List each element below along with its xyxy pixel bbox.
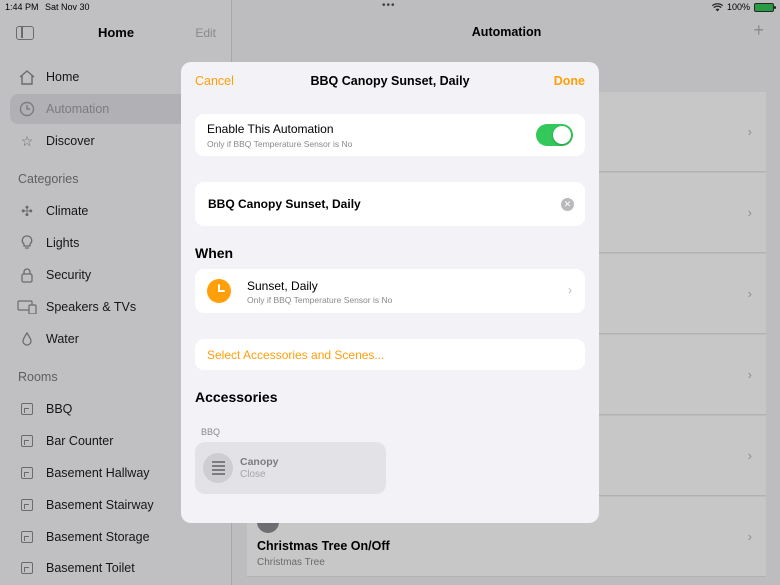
automation-edit-sheet: Cancel BBQ Canopy Sunset, Daily Done Ena…: [181, 62, 599, 523]
when-header: When: [195, 245, 234, 261]
select-accessories-row[interactable]: Select Accessories and Scenes...: [195, 339, 585, 370]
when-trigger-label: Sunset, Daily: [247, 279, 318, 293]
accessory-tile-canopy[interactable]: Canopy Close: [195, 442, 386, 494]
blinds-icon: [203, 453, 233, 483]
accessory-name: Canopy: [240, 456, 279, 468]
select-accessories-link[interactable]: Select Accessories and Scenes...: [207, 348, 384, 362]
accessories-header: Accessories: [195, 389, 278, 405]
enable-automation-condition: Only if BBQ Temperature Sensor is No: [207, 139, 353, 149]
automation-name-field[interactable]: BBQ Canopy Sunset, Daily ✕: [195, 182, 585, 226]
done-button[interactable]: Done: [554, 74, 585, 88]
enable-automation-row: Enable This Automation Only if BBQ Tempe…: [195, 114, 585, 156]
clear-text-icon[interactable]: ✕: [561, 198, 574, 211]
accessory-group-label: BBQ: [201, 427, 221, 437]
accessory-state: Close: [240, 469, 266, 480]
chevron-right-icon: ›: [568, 283, 572, 297]
clock-icon: [207, 279, 231, 303]
enable-automation-label: Enable This Automation: [207, 122, 334, 136]
toggle-knob: [553, 126, 571, 144]
enable-automation-toggle[interactable]: [536, 124, 573, 146]
when-trigger-condition: Only if BBQ Temperature Sensor is No: [247, 295, 393, 305]
sheet-title: BBQ Canopy Sunset, Daily: [310, 74, 470, 88]
automation-name-input[interactable]: BBQ Canopy Sunset, Daily: [208, 197, 361, 211]
when-trigger-row[interactable]: Sunset, Daily Only if BBQ Temperature Se…: [195, 269, 585, 313]
